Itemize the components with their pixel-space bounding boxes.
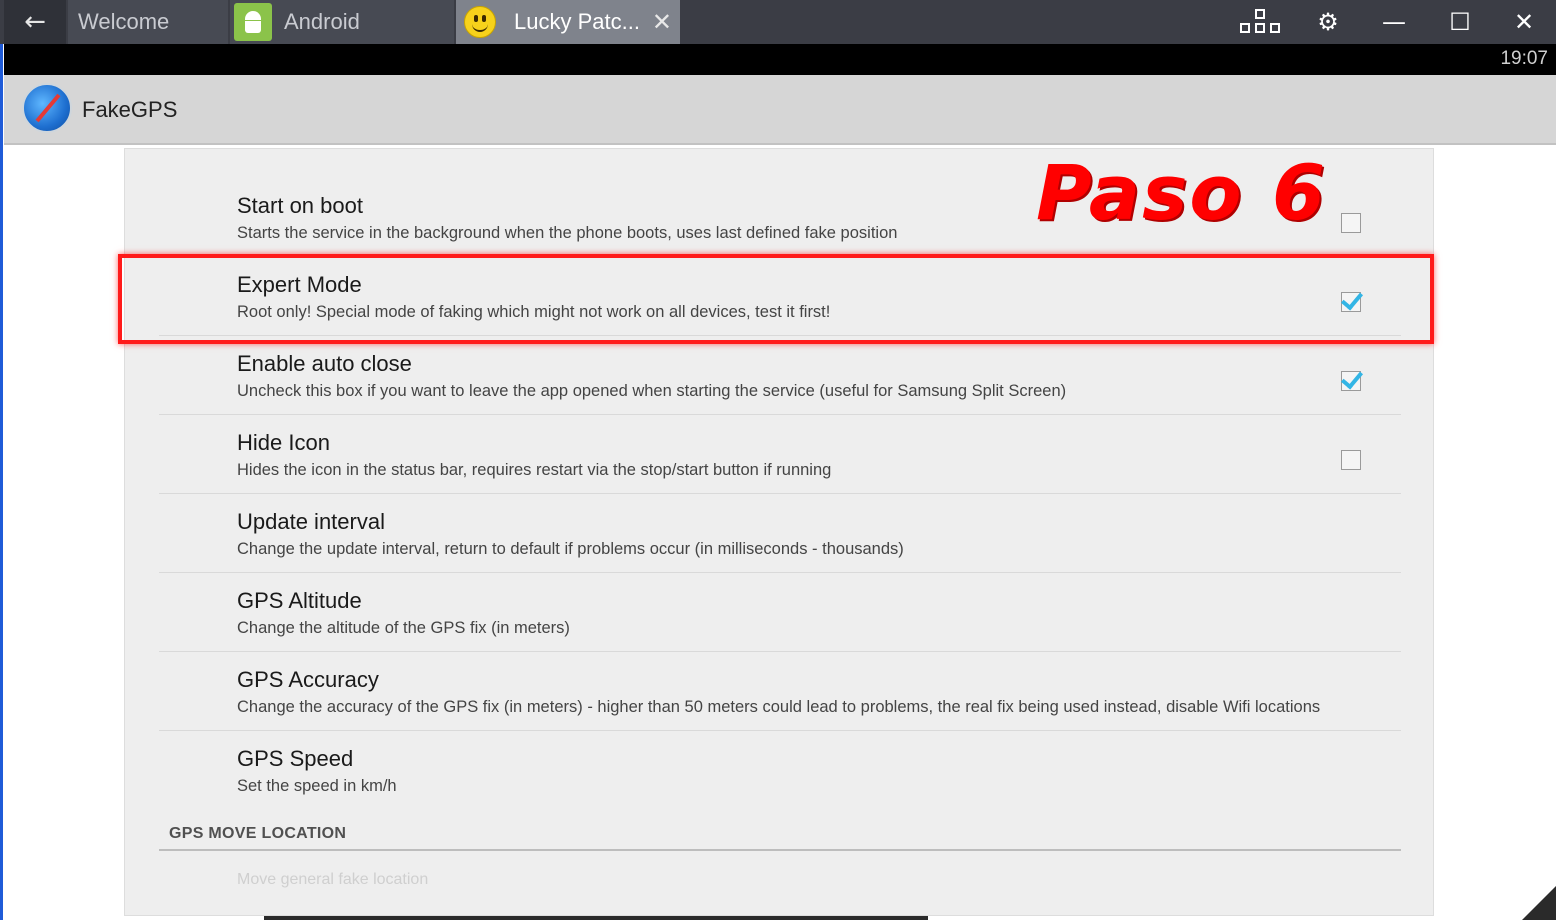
smiley-icon: [464, 6, 496, 38]
pref-move-location-partial[interactable]: Move general fake location: [237, 871, 428, 889]
back-button[interactable]: ←: [4, 0, 66, 44]
expert-mode-highlight-box: [118, 254, 1434, 344]
pref-title: Enable auto close: [237, 351, 412, 376]
pref-enable-auto-close[interactable]: Enable auto close Uncheck this box if yo…: [159, 337, 1401, 415]
gear-icon: ⚙: [1317, 8, 1339, 36]
hide-icon-checkbox[interactable]: [1341, 450, 1361, 470]
pref-gps-speed[interactable]: GPS Speed Set the speed in km/h: [159, 732, 1401, 810]
keymap-button[interactable]: [1230, 0, 1290, 44]
tab-label: Lucky Patc...: [514, 9, 640, 34]
pref-title: Update interval: [237, 509, 385, 534]
status-bar: 19:07: [4, 44, 1556, 75]
pref-hide-icon[interactable]: Hide Icon Hides the icon in the status b…: [159, 416, 1401, 494]
pref-update-interval[interactable]: Update interval Change the update interv…: [159, 495, 1401, 573]
close-icon[interactable]: ✕: [652, 8, 672, 37]
start-on-boot-checkbox[interactable]: [1341, 213, 1361, 233]
minimize-icon: —: [1382, 8, 1406, 36]
section-label: GPS MOVE LOCATION: [169, 825, 347, 842]
window-left-edge: [0, 44, 3, 920]
maximize-button[interactable]: ☐: [1430, 0, 1490, 44]
pref-title: GPS Speed: [237, 746, 354, 771]
app-title: FakeGPS: [82, 97, 178, 122]
pref-summary: Change the accuracy of the GPS fix (in m…: [237, 698, 1321, 716]
app-action-bar: FakeGPS: [4, 75, 1556, 145]
window-bottom-edge: [264, 916, 928, 920]
maximize-icon: ☐: [1449, 8, 1471, 36]
pref-gps-altitude[interactable]: GPS Altitude Change the altitude of the …: [159, 574, 1401, 652]
section-header-gps-move-location: GPS MOVE LOCATION: [159, 815, 1401, 851]
pref-summary: Change the altitude of the GPS fix (in m…: [237, 619, 570, 637]
keymap-icon: [1240, 9, 1280, 35]
pref-summary: Set the speed in km/h: [237, 777, 397, 795]
window-titlebar: ← Welcome Android Lucky Patc... ✕ ⚙ — ☐ …: [0, 0, 1556, 44]
pref-title: Hide Icon: [237, 430, 330, 455]
pref-summary: Hides the icon in the status bar, requir…: [237, 461, 832, 479]
pref-gps-accuracy[interactable]: GPS Accuracy Change the accuracy of the …: [159, 653, 1401, 731]
tab-label: Android: [284, 9, 360, 34]
pref-summary: Uncheck this box if you want to leave th…: [237, 382, 1067, 400]
minimize-button[interactable]: —: [1364, 0, 1424, 44]
close-icon: ✕: [1513, 8, 1535, 36]
step-annotation-label: Paso 6: [1036, 148, 1327, 237]
pref-summary: Change the update interval, return to de…: [237, 540, 904, 558]
tab-android[interactable]: Android: [230, 0, 454, 44]
pref-summary: Starts the service in the background whe…: [237, 224, 898, 242]
tab-lucky-patcher[interactable]: Lucky Patc... ✕: [456, 0, 680, 44]
tab-welcome[interactable]: Welcome: [68, 0, 228, 44]
pref-title: Start on boot: [237, 193, 363, 218]
status-clock: 19:07: [1500, 48, 1548, 69]
pref-title: GPS Altitude: [237, 588, 362, 613]
arrow-left-icon: ←: [24, 7, 46, 37]
settings-button[interactable]: ⚙: [1298, 0, 1358, 44]
pref-title: GPS Accuracy: [237, 667, 379, 692]
android-icon: [234, 3, 272, 41]
tab-label: Welcome: [78, 9, 170, 34]
resize-grip[interactable]: [1522, 886, 1556, 920]
compass-icon[interactable]: [22, 83, 72, 133]
close-window-button[interactable]: ✕: [1494, 0, 1554, 44]
auto-close-checkbox[interactable]: [1341, 371, 1361, 391]
